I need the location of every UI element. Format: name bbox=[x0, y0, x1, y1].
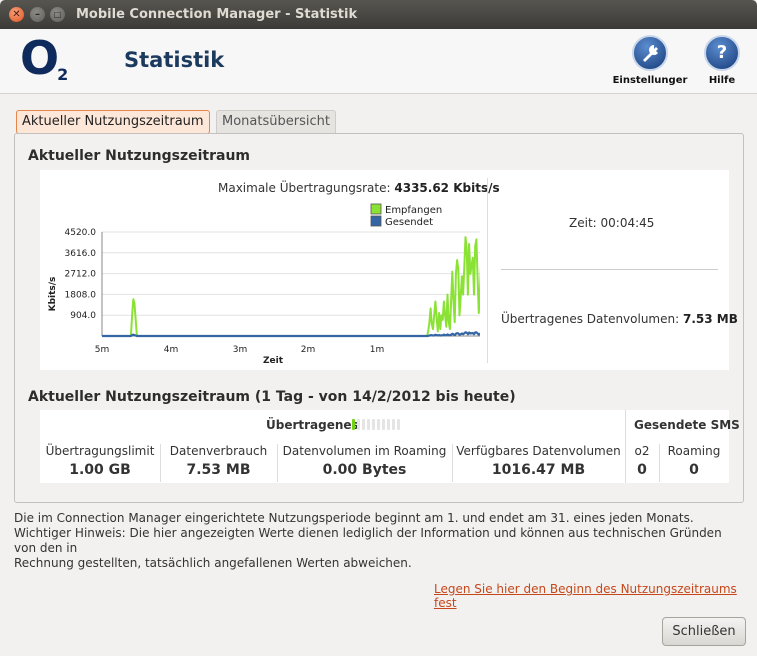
max-rate: Maximale Übertragungsrate: 4335.62 Kbits… bbox=[218, 181, 500, 195]
legend-label: Gesendet bbox=[385, 217, 433, 228]
limit-value: 1.00 GB bbox=[69, 462, 131, 478]
progress-segment bbox=[357, 419, 360, 430]
sms-roaming-label: Roaming bbox=[667, 444, 721, 458]
max-rate-label: Maximale Übertragungsrate: bbox=[218, 181, 391, 195]
y-tick-label: 4520.0 bbox=[65, 228, 97, 238]
y-tick-label: 1808.0 bbox=[65, 290, 97, 300]
note-line: Wichtiger Hinweis: Die hier angezeigten … bbox=[14, 526, 722, 555]
window-minimize-icon[interactable]: – bbox=[30, 7, 45, 22]
y-axis-label: Kbits/s bbox=[48, 277, 58, 312]
window-maximize-icon[interactable]: □ bbox=[50, 7, 65, 22]
usage-label: Datenverbrauch bbox=[169, 444, 268, 458]
plot-area bbox=[102, 232, 480, 336]
available-volume-value: 1016.47 MB bbox=[491, 462, 586, 478]
window-close-icon[interactable]: ✕ bbox=[9, 7, 24, 22]
progress-segment bbox=[367, 419, 370, 430]
o2-logo: O2 bbox=[20, 31, 69, 85]
progress-segment bbox=[397, 419, 400, 430]
progress-segment bbox=[352, 419, 355, 430]
tab-current-period[interactable]: Aktueller Nutzungszeitraum bbox=[16, 110, 210, 134]
limit-label: Übertragungslimit bbox=[45, 444, 155, 458]
close-button[interactable]: Schließen bbox=[662, 617, 746, 646]
period-heading: Aktueller Nutzungszeitraum (1 Tag - von … bbox=[28, 389, 516, 405]
usage-notes: Die im Connection Manager eingerichtete … bbox=[14, 511, 744, 571]
sms-heading: Gesendete SMS bbox=[634, 418, 740, 432]
y-tick-label: 2712.0 bbox=[65, 270, 97, 280]
roaming-volume-label: Datenvolumen im Roaming bbox=[282, 444, 447, 458]
legend-swatch bbox=[370, 203, 382, 215]
transferred-volume: Übertragenes Datenvolumen: 7.53 MB bbox=[501, 312, 738, 326]
legend-label: Empfangen bbox=[385, 205, 442, 216]
window-title: Mobile Connection Manager - Statistik bbox=[76, 7, 358, 22]
window-titlebar[interactable]: ✕ – □ Mobile Connection Manager - Statis… bbox=[0, 0, 757, 29]
progress-segment bbox=[372, 419, 375, 430]
settings-button[interactable]: Einstellunger bbox=[612, 35, 688, 86]
vertical-separator bbox=[487, 178, 488, 363]
help-button[interactable]: ? Hilfe bbox=[702, 35, 742, 86]
progress-segment bbox=[377, 419, 380, 430]
progress-segment bbox=[382, 419, 385, 430]
y-tick-label: 3616.0 bbox=[65, 249, 97, 259]
current-period-heading: Aktueller Nutzungszeitraum bbox=[28, 148, 251, 164]
volume-label: Übertragenes Datenvolumen: bbox=[501, 312, 680, 326]
progress-segment bbox=[392, 419, 395, 430]
help-label: Hilfe bbox=[708, 75, 736, 86]
note-line: Die im Connection Manager eingerichtete … bbox=[14, 511, 694, 525]
volume-value: 7.53 MB bbox=[682, 312, 738, 326]
chart-legend: EmpfangenGesendet bbox=[370, 203, 442, 228]
x-tick-label: 5m bbox=[95, 345, 110, 355]
max-rate-value: 4335.62 Kbits/s bbox=[394, 181, 500, 195]
elapsed-time: Zeit: 00:04:45 bbox=[569, 216, 654, 230]
transferred-progress-bar bbox=[352, 419, 402, 430]
time-value: 00:04:45 bbox=[600, 216, 655, 230]
app-header: O2 Statistik Einstellunger ? Hilfe bbox=[0, 29, 757, 93]
header-divider bbox=[0, 93, 757, 94]
transferred-label: Übertragenes bbox=[266, 418, 359, 432]
y-tick-label: 904.0 bbox=[70, 311, 96, 321]
progress-segment bbox=[387, 419, 390, 430]
roaming-volume-value: 0.00 Bytes bbox=[322, 462, 407, 478]
time-label: Zeit: bbox=[569, 216, 597, 230]
tab-monthly-overview[interactable]: Monatsübersicht bbox=[216, 110, 336, 133]
sms-roaming-value: 0 bbox=[689, 462, 699, 478]
page-title: Statistik bbox=[124, 48, 225, 72]
x-tick-label: 3m bbox=[233, 345, 248, 355]
x-tick-label: 1m bbox=[370, 345, 385, 355]
question-icon: ? bbox=[704, 35, 740, 71]
set-period-start-link[interactable]: Legen Sie hier den Beginn des Nutzungsze… bbox=[434, 582, 757, 610]
usage-value: 7.53 MB bbox=[186, 462, 251, 478]
throughput-chart: EmpfangenGesendet 4520.0 3616.0 2712.0 1808… bbox=[48, 203, 480, 366]
settings-label: Einstellunger bbox=[612, 75, 688, 86]
sms-o2-value: 0 bbox=[637, 462, 647, 478]
info-separator bbox=[501, 269, 718, 270]
legend-swatch bbox=[370, 215, 382, 227]
progress-segment bbox=[362, 419, 365, 430]
note-line: Rechnung gestellten, tatsächlich angefal… bbox=[14, 556, 412, 570]
x-tick-label: 2m bbox=[301, 345, 316, 355]
x-axis-label: Zeit bbox=[263, 356, 284, 366]
available-volume-label: Verfügbares Datenvolumen bbox=[456, 444, 621, 458]
x-tick-label: 4m bbox=[164, 345, 179, 355]
sms-o2-label: o2 bbox=[634, 444, 650, 458]
wrench-icon bbox=[632, 35, 668, 71]
